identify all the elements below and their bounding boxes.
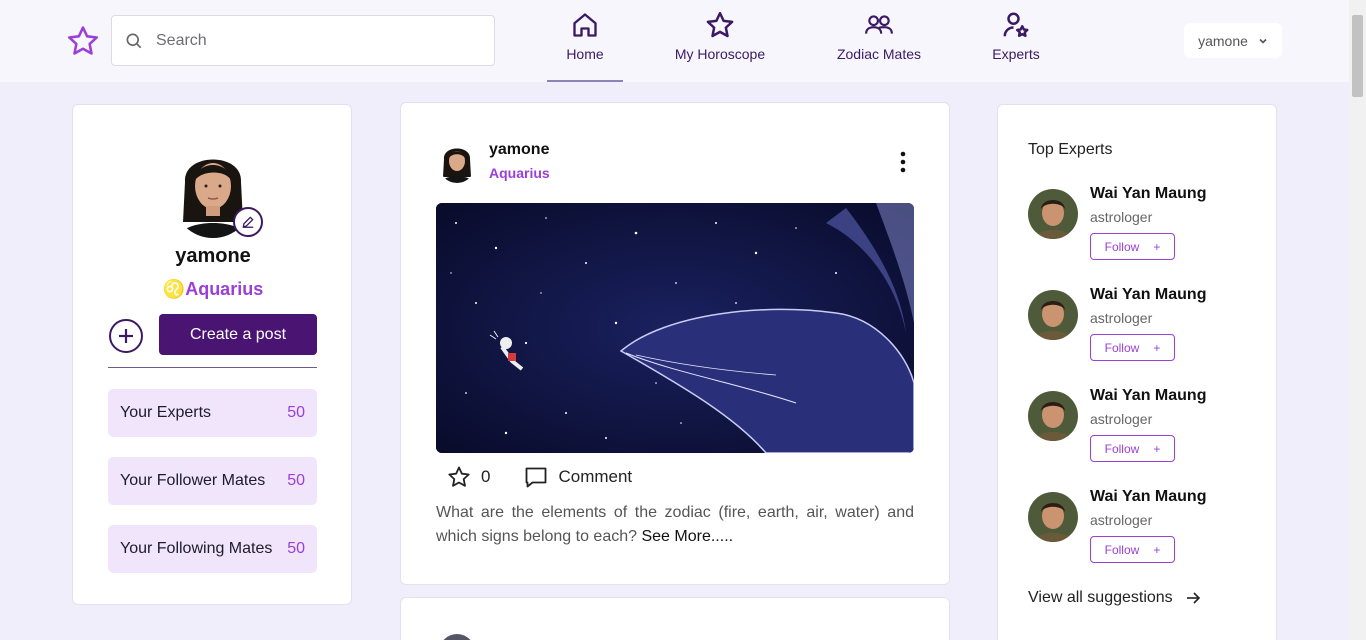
stat-count: 50 — [287, 540, 305, 557]
post-caption: What are the elements of the zodiac (fir… — [436, 501, 914, 549]
chevron-down-icon — [1259, 38, 1267, 44]
expert-name[interactable]: Wai Yan Maung — [1090, 185, 1206, 203]
post-author-sign: Aquarius — [489, 165, 550, 181]
expert-avatar[interactable] — [1028, 391, 1078, 441]
people-icon — [865, 15, 893, 34]
search-input[interactable] — [156, 31, 456, 50]
see-more-link[interactable]: See More..... — [641, 528, 733, 545]
post-author-name[interactable]: yamone — [489, 141, 549, 159]
follow-button[interactable]: Follow + — [1090, 435, 1175, 462]
stat-follower-mates[interactable]: Your Follower Mates 50 — [108, 457, 317, 505]
arrow-right-icon — [1186, 592, 1200, 604]
top-experts-title: Top Experts — [1028, 141, 1113, 158]
follow-label: Follow — [1104, 542, 1140, 557]
comment-icon — [526, 467, 547, 488]
nav-my-horoscope[interactable]: My Horoscope — [668, 10, 772, 62]
page-scrollbar[interactable] — [1349, 0, 1366, 640]
expert-role: astrologer — [1090, 209, 1153, 225]
expert-item: Wai Yan Maung astrologer Follow + — [1028, 387, 1258, 467]
nav-horoscope-label: My Horoscope — [674, 46, 766, 62]
expert-role: astrologer — [1090, 411, 1153, 427]
post-card: yamone Aquarius 0 Comment What are the e… — [400, 102, 950, 585]
stat-your-experts[interactable]: Your Experts 50 — [108, 389, 317, 437]
nav-mates-label: Zodiac Mates — [836, 46, 922, 62]
scrollbar-thumb[interactable] — [1352, 15, 1363, 97]
follow-label: Follow — [1104, 239, 1140, 254]
expert-icon — [1003, 12, 1029, 37]
user-dropdown-label: yamone — [1198, 32, 1248, 49]
divider — [108, 367, 317, 368]
comment-button[interactable]: Comment — [524, 465, 632, 489]
top-experts-card: Top Experts Wai Yan Maung astrologer Fol… — [997, 104, 1277, 640]
like-count: 0 — [481, 467, 491, 486]
expert-avatar[interactable] — [1028, 290, 1078, 340]
nav-home[interactable]: Home — [547, 10, 623, 82]
expert-name[interactable]: Wai Yan Maung — [1090, 488, 1206, 506]
expert-item: Wai Yan Maung astrologer Follow + — [1028, 185, 1258, 265]
next-post-avatar[interactable] — [439, 634, 475, 640]
expert-name[interactable]: Wai Yan Maung — [1090, 387, 1206, 405]
pencil-icon — [242, 216, 254, 228]
nav-home-label: Home — [566, 46, 604, 62]
view-all-suggestions-link[interactable]: View all suggestions — [1028, 589, 1201, 607]
like-button[interactable]: 0 — [447, 465, 490, 489]
expert-role: astrologer — [1090, 512, 1153, 528]
comment-label: Comment — [558, 467, 633, 486]
top-header: Home My Horoscope Zodiac Mates Experts y… — [0, 0, 1349, 82]
plus-icon: + — [1153, 239, 1161, 254]
plus-icon — [119, 329, 133, 343]
active-tab-indicator — [547, 80, 623, 82]
logo-star-icon[interactable] — [66, 24, 100, 58]
stat-count: 50 — [287, 404, 305, 421]
star-outline-icon — [448, 466, 470, 487]
more-options-icon[interactable] — [895, 151, 911, 173]
search-icon — [126, 33, 142, 48]
view-all-label: View all suggestions — [1028, 589, 1173, 606]
follow-label: Follow — [1104, 340, 1140, 355]
nav-experts-label: Experts — [992, 46, 1040, 62]
nav-zodiac-mates[interactable]: Zodiac Mates — [832, 10, 926, 62]
follow-button[interactable]: Follow + — [1090, 233, 1175, 260]
create-post-button[interactable]: Create a post — [159, 314, 317, 355]
stat-label: Your Experts — [120, 404, 212, 421]
stat-label: Your Follower Mates — [120, 472, 266, 489]
expert-avatar[interactable] — [1028, 189, 1078, 239]
stat-label: Your Following Mates — [120, 540, 273, 557]
follow-label: Follow — [1104, 441, 1140, 456]
stat-count: 50 — [287, 472, 305, 489]
plus-icon: + — [1153, 542, 1161, 557]
follow-button[interactable]: Follow + — [1090, 334, 1175, 361]
search-box[interactable] — [111, 15, 495, 66]
profile-name: yamone — [175, 245, 251, 267]
next-post-card — [400, 597, 950, 640]
plus-icon: + — [1153, 340, 1161, 355]
post-author-avatar[interactable] — [439, 141, 475, 183]
plus-icon: + — [1153, 441, 1161, 456]
star-icon — [706, 11, 734, 38]
nav-experts[interactable]: Experts — [986, 10, 1046, 62]
profile-card: yamone ♌Aquarius Create a post Your Expe… — [72, 104, 352, 605]
expert-avatar[interactable] — [1028, 492, 1078, 542]
expert-item: Wai Yan Maung astrologer Follow + — [1028, 488, 1258, 568]
stat-following-mates[interactable]: Your Following Mates 50 — [108, 525, 317, 573]
post-actions: 0 Comment — [447, 465, 632, 489]
expert-name[interactable]: Wai Yan Maung — [1090, 286, 1206, 304]
add-button[interactable] — [109, 319, 143, 353]
home-icon — [573, 13, 597, 37]
user-dropdown[interactable]: yamone — [1184, 23, 1282, 58]
post-image[interactable] — [436, 203, 914, 453]
expert-role: astrologer — [1090, 310, 1153, 326]
profile-zodiac-sign: ♌Aquarius — [162, 279, 264, 299]
expert-item: Wai Yan Maung astrologer Follow + — [1028, 286, 1258, 366]
edit-avatar-button[interactable] — [233, 207, 263, 237]
follow-button[interactable]: Follow + — [1090, 536, 1175, 563]
